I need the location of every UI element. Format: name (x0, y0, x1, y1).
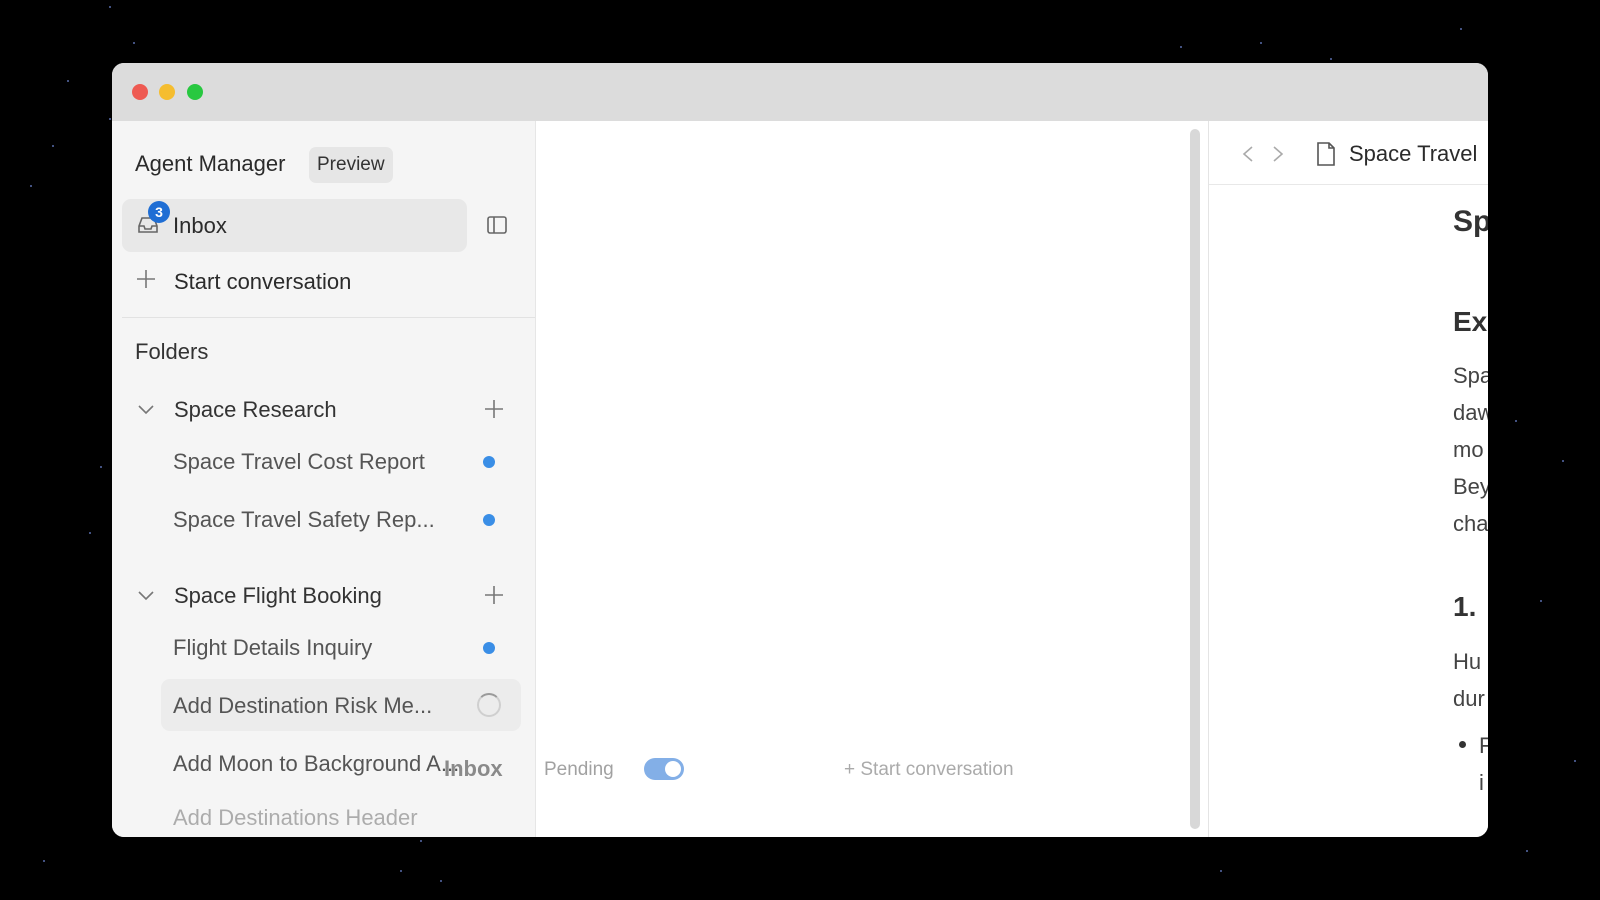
document-subheading: Ex (1453, 306, 1488, 337)
folder-space-research[interactable]: Space Research (135, 393, 505, 427)
unread-dot (483, 642, 495, 654)
inbox-count-badge: 3 (148, 201, 170, 223)
footer-start-conversation-button[interactable]: + Start conversation (844, 759, 1014, 781)
maximize-window-button[interactable] (187, 84, 203, 100)
start-conversation-label: Start conversation (174, 269, 352, 294)
conversation-item-selected[interactable]: Add Destination Risk Me... (161, 679, 521, 731)
document-icon (1317, 142, 1335, 166)
footer-start-conversation-label: Start conversation (860, 759, 1014, 780)
paragraph-line: Hu (1453, 649, 1482, 674)
conversation-item[interactable]: Space Travel Cost Report (161, 435, 531, 487)
conversation-item[interactable]: Space Travel Safety Rep... (161, 493, 531, 545)
bullet-text: i (1479, 770, 1484, 795)
conversation-label: Space Travel Cost Report (173, 449, 425, 474)
document-content: Sp Ex Spa daw mo Bey cha 1. Hu dur F i (1453, 191, 1488, 837)
conversation-label: Flight Details Inquiry (173, 635, 373, 660)
pending-label: Pending (544, 759, 614, 780)
chevron-down-icon[interactable] (137, 587, 155, 605)
document-heading: Sp (1453, 205, 1488, 238)
conversation-label: Space Travel Safety Rep... (173, 507, 435, 532)
folder-name: Space Research (174, 397, 337, 422)
close-window-button[interactable] (132, 84, 148, 100)
preview-badge: Preview (309, 147, 393, 183)
app-window: Agent Manager Preview 3 Inbox Start conv… (112, 63, 1488, 837)
unread-dot (483, 456, 495, 468)
bullet-text: F (1479, 733, 1488, 758)
sidebar-item-inbox[interactable]: 3 Inbox (122, 199, 467, 252)
conversation-label: Add Destination Risk Me... (173, 693, 433, 718)
paragraph-line: mo (1453, 437, 1484, 462)
paragraph-line: cha (1453, 511, 1488, 536)
inbox-label: Inbox (173, 213, 227, 238)
bullet-marker (1459, 741, 1466, 748)
loading-spinner-icon (477, 693, 501, 717)
app-title: Agent Manager (135, 151, 286, 176)
conversation-item[interactable]: Flight Details Inquiry (161, 621, 531, 673)
section-heading: 1. (1453, 591, 1477, 622)
paragraph-line: Spa (1453, 363, 1488, 388)
conversation-label: Add Moon to Background A... (173, 751, 460, 776)
inbox-footer-bar: Inbox Pending + Start conversation (444, 756, 1084, 786)
document-title: Space Travel (1349, 141, 1478, 166)
document-header: Space Travel (1209, 121, 1488, 185)
conversation-item[interactable]: Add Destinations Header (161, 791, 531, 837)
paragraph-line: Bey (1453, 474, 1488, 499)
plus-icon (137, 270, 155, 288)
folder-space-flight-booking[interactable]: Space Flight Booking (135, 579, 505, 613)
pane-resize-handle[interactable] (1190, 129, 1200, 829)
chevron-left-icon[interactable] (1241, 145, 1255, 163)
sidebar-toggle-icon[interactable] (486, 214, 508, 236)
document-pane: Space Travel Sp Ex Spa daw mo Bey cha 1.… (1208, 121, 1488, 837)
sidebar-divider (122, 317, 535, 318)
folders-heading: Folders (135, 339, 209, 364)
title-bar[interactable] (112, 63, 1488, 121)
minimize-window-button[interactable] (159, 84, 175, 100)
chevron-right-icon[interactable] (1271, 145, 1285, 163)
paragraph-line: dur (1453, 686, 1485, 711)
add-to-folder-icon[interactable] (483, 584, 505, 606)
paragraph-line: daw (1453, 400, 1488, 425)
add-to-folder-icon[interactable] (483, 398, 505, 420)
conversation-pane (536, 121, 1192, 837)
unread-dot (483, 514, 495, 526)
chevron-down-icon[interactable] (137, 401, 155, 419)
sidebar: Agent Manager Preview 3 Inbox Start conv… (112, 121, 536, 837)
folder-name: Space Flight Booking (174, 583, 382, 608)
conversation-label: Add Destinations Header (173, 805, 418, 830)
pending-toggle[interactable] (644, 758, 684, 780)
footer-inbox-title: Inbox (444, 756, 503, 781)
